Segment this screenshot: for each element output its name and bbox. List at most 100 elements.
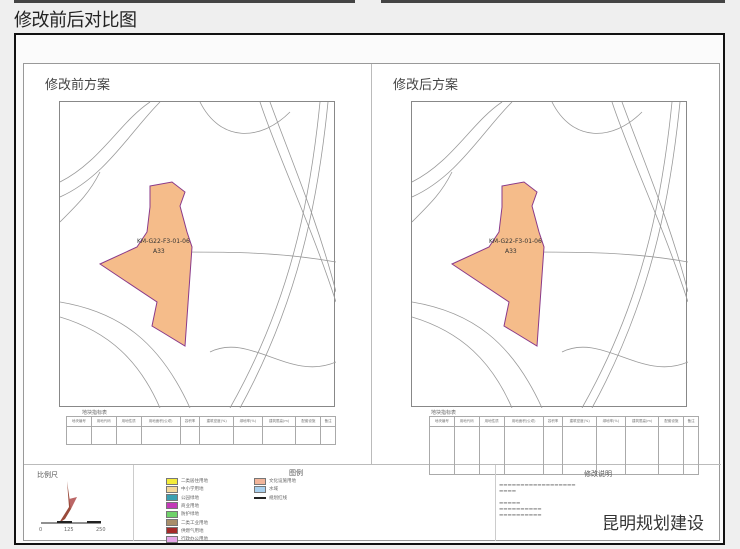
table-row — [66, 426, 336, 445]
table-header-cell: 用地代码 — [90, 416, 117, 427]
legend-label: 文化设施用地 — [269, 479, 296, 484]
road-line — [59, 171, 101, 223]
legend-swatch — [166, 527, 178, 535]
road-line — [411, 101, 513, 198]
table-header-cell: 配套设施 — [295, 416, 322, 427]
table-cell — [199, 426, 235, 445]
before-indicator-table: 地块编号 用地代码 用地性质 用地面积(公顷) 容积率 建筑密度(%) 绿地率(%) 建筑限高… — [66, 416, 336, 445]
parcel-polygon — [450, 181, 545, 347]
table-header-row: 地块编号 用地代码 用地性质 用地面积(公顷) 容积率 建筑密度(%) 绿地率(%) 建筑限高… — [429, 416, 699, 427]
road-line — [269, 101, 337, 293]
table-header-cell: 用地面积(公顷) — [503, 416, 544, 427]
table-header-cell: 用地面积(公顷) — [140, 416, 181, 427]
legend-item: 规划红线 — [254, 494, 287, 502]
road-line — [199, 101, 291, 134]
table-header-cell: 备注 — [320, 416, 336, 427]
legend-label: 水域 — [269, 487, 278, 493]
legend-item: 中小学用地 — [166, 485, 204, 493]
parcel-code: KM-G22-F3-01-06 — [489, 238, 542, 245]
page-title: 修改前后对比图 — [14, 10, 137, 31]
legend-swatch — [254, 496, 266, 499]
legend-item: 文化设施用地 — [254, 477, 296, 485]
table-cell — [179, 426, 201, 445]
legend-item: 水域 — [254, 485, 278, 493]
legend-item: 行政办公用地 — [166, 535, 208, 543]
legend-swatch — [166, 485, 178, 493]
table-header-cell: 地块编号 — [429, 416, 455, 427]
table-title: 地块指标表 — [431, 410, 457, 416]
scale-tick: 0 — [39, 527, 43, 533]
legend-item: 公园绿地 — [166, 494, 199, 502]
legend-label: 防护绿地 — [181, 512, 199, 518]
road-line — [59, 316, 161, 409]
after-plan-map: KM-G22-F3-01-06 A33 — [411, 101, 689, 409]
scale-tick: 250 — [96, 527, 106, 533]
table-header-cell: 建筑密度(%) — [199, 416, 235, 427]
legend-label: 公园绿地 — [181, 495, 199, 501]
before-plan-title: 修改前方案 — [45, 78, 111, 93]
parcel-polygon — [98, 181, 193, 347]
land-use-code: A33 — [505, 248, 517, 255]
table-header-cell: 容积率 — [542, 416, 564, 427]
table-cell — [261, 426, 297, 445]
legend-item: 供燃气用地 — [166, 527, 204, 535]
table-header-cell: 容积率 — [179, 416, 201, 427]
road-line — [411, 171, 453, 223]
road-line — [59, 101, 151, 183]
table-header-cell: 用地代码 — [453, 416, 480, 427]
legend-swatch — [166, 477, 178, 485]
legend-item: 商业用地 — [166, 502, 199, 510]
legend-swatch — [166, 519, 178, 526]
legend-swatch — [166, 494, 178, 502]
legend-swatch — [166, 510, 178, 518]
road-line — [229, 101, 321, 409]
legend-swatch — [254, 477, 266, 485]
notes-title: 修改说明 — [584, 470, 612, 478]
legend-item: 防护绿地 — [166, 510, 199, 518]
top-bar-left — [14, 0, 355, 3]
land-use-code: A33 — [153, 248, 165, 255]
table-title: 地块指标表 — [82, 410, 108, 416]
road-line — [581, 101, 673, 409]
panel-divider — [371, 64, 372, 464]
table-header-cell: 建筑密度(%) — [562, 416, 598, 427]
table-cell — [90, 426, 117, 445]
parcel-code: KM-G22-F3-01-06 — [137, 238, 190, 245]
legend-label: 商业用地 — [181, 503, 199, 509]
legend-swatch — [166, 502, 178, 510]
road-line — [59, 101, 161, 198]
table-header-cell: 建筑限高(m) — [261, 416, 297, 427]
table-header-cell: 地块编号 — [66, 416, 92, 427]
table-header-row: 地块编号 用地代码 用地性质 用地面积(公顷) 容积率 建筑密度(%) 绿地率(%) 建筑限高… — [66, 416, 336, 427]
legend-label: 规划红线 — [269, 495, 287, 501]
road-line — [531, 251, 689, 263]
scale-tick: 125 — [64, 527, 74, 533]
road-line — [411, 316, 513, 409]
legend-item: 二类工业用地 — [166, 519, 208, 527]
legend-item: 二类居住用地 — [166, 477, 208, 485]
table-cell — [66, 426, 92, 445]
road-line — [179, 251, 337, 263]
table-header-cell: 绿地率(%) — [596, 416, 626, 427]
drawing-sheet: 修改前方案 修改后方案 KM-G22-F3-01-06 A33 KM-G22-F… — [23, 63, 721, 543]
road-line — [561, 346, 689, 368]
table-header-cell: 配套设施 — [658, 416, 685, 427]
before-plan-map: KM-G22-F3-01-06 A33 — [59, 101, 337, 409]
table-header-cell: 建筑限高(m) — [624, 416, 660, 427]
table-header-cell: 备注 — [683, 416, 699, 427]
after-plan-title: 修改后方案 — [393, 78, 459, 93]
road-line — [551, 101, 643, 134]
table-cell — [295, 426, 322, 445]
legend-label: 二类工业用地 — [181, 520, 208, 526]
table-header-cell: 用地性质 — [115, 416, 142, 427]
table-cell — [115, 426, 142, 445]
legend-swatch — [254, 485, 266, 493]
scale-section: 比例尺 0 125 250 — [24, 465, 134, 541]
legend-section: 图例 二类居住用地 中小学用地 公园绿地 商业用地 防护绿地 二类工业用地 供燃气用地 行政办… — [134, 465, 496, 543]
top-bar-right — [381, 0, 725, 3]
legend-label: 中小学用地 — [181, 487, 204, 493]
table-cell — [233, 426, 263, 445]
road-line — [209, 346, 337, 368]
road-line — [621, 101, 689, 293]
legend-label: 行政办公用地 — [181, 537, 208, 543]
